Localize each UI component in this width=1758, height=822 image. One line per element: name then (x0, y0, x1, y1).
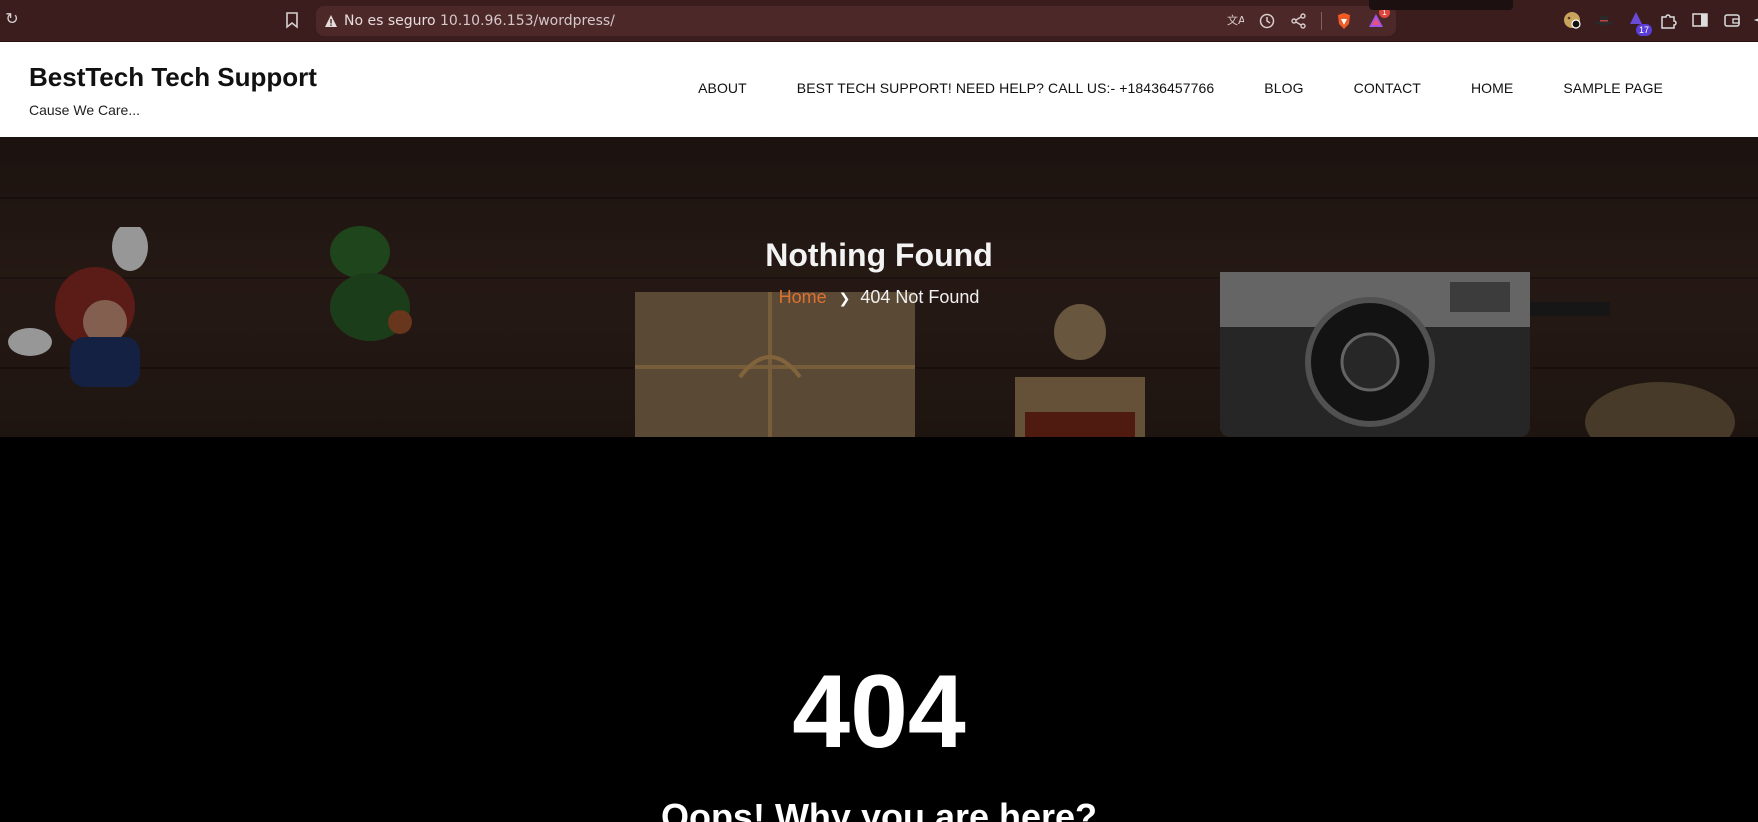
warning-icon[interactable] (324, 14, 338, 28)
hat-extension-icon[interactable] (1594, 10, 1614, 30)
page-title: Nothing Found (765, 237, 993, 273)
nav-item-sample-page[interactable]: SAMPLE PAGE (1563, 80, 1663, 96)
breadcrumb: Home ❯ 404 Not Found (0, 287, 1758, 308)
wizard-extension-icon[interactable]: 17 (1626, 10, 1652, 36)
sidebar-icon[interactable] (1690, 10, 1710, 30)
primary-nav: ABOUT BEST TECH SUPPORT! NEED HELP? CALL… (698, 80, 1663, 96)
brave-rewards-icon[interactable]: 1 (1366, 7, 1390, 31)
chevron-right-icon: ❯ (838, 290, 851, 306)
brave-shield-icon[interactable] (1334, 11, 1354, 31)
toolbar-divider (1321, 12, 1322, 30)
breadcrumb-home-link[interactable]: Home (779, 287, 827, 307)
error-message: Oops! Why you are here? (660, 796, 1098, 822)
svg-text:文A: 文A (1227, 13, 1244, 27)
browser-toolbar: ↻ No es seguro 10.10.96.153/wordpress/ 文… (0, 0, 1758, 42)
address-bar[interactable]: No es seguro 10.10.96.153/wordpress/ 文A … (316, 6, 1396, 36)
error-code: 404 (792, 654, 966, 770)
wallet-icon[interactable] (1722, 10, 1742, 30)
translate-icon[interactable]: 文A (1225, 11, 1246, 31)
nav-item-about[interactable]: ABOUT (698, 80, 747, 96)
site-tagline: Cause We Care... (29, 102, 141, 118)
url-text[interactable]: 10.10.96.153/wordpress/ (440, 13, 615, 29)
security-label[interactable]: No es seguro (344, 13, 436, 29)
tooltip-fragment (1369, 0, 1513, 10)
reload-icon[interactable]: ↻ (3, 11, 21, 29)
cookie-extension-icon[interactable] (1562, 10, 1582, 30)
puzzle-icon[interactable] (1658, 10, 1678, 30)
bookmark-icon[interactable] (284, 11, 300, 29)
nav-item-home[interactable]: HOME (1471, 80, 1513, 96)
share-icon[interactable] (1289, 11, 1309, 31)
history-icon[interactable] (1257, 11, 1277, 31)
site-title[interactable]: BestTech Tech Support (29, 62, 317, 93)
nav-item-support-call[interactable]: BEST TECH SUPPORT! NEED HELP? CALL US:- … (797, 80, 1215, 96)
site-header: BestTech Tech Support Cause We Care... A… (0, 42, 1758, 137)
breadcrumb-current: 404 Not Found (860, 287, 980, 307)
main-content: 404 Oops! Why you are here? (0, 437, 1758, 822)
nav-item-blog[interactable]: BLOG (1264, 80, 1303, 96)
nav-item-contact[interactable]: CONTACT (1354, 80, 1421, 96)
ai-sparkle-icon[interactable] (1753, 10, 1758, 30)
extension-badge: 17 (1635, 24, 1652, 36)
hero-banner: Nothing Found Home ❯ 404 Not Found (0, 137, 1758, 437)
